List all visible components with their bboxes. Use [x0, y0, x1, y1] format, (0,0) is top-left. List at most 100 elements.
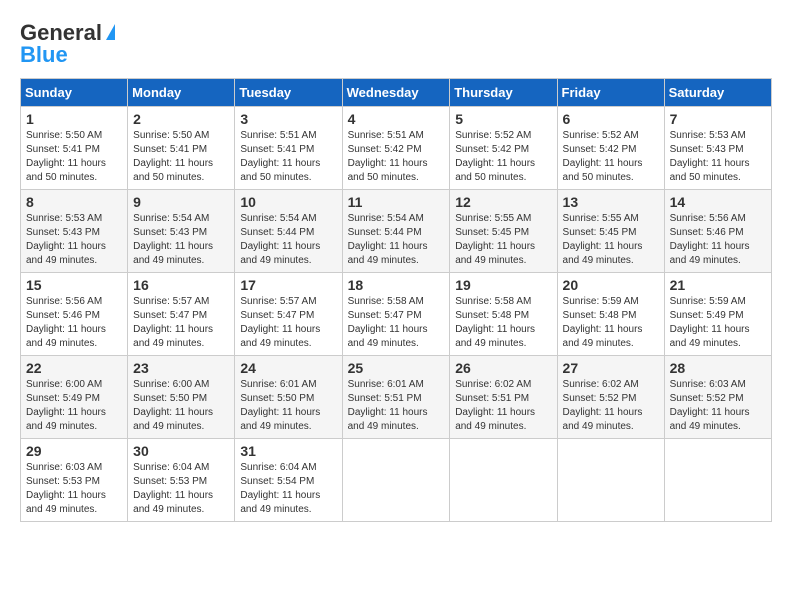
day-info: Sunrise: 5:51 AM Sunset: 5:42 PM Dayligh… — [348, 129, 445, 185]
day-info: Sunrise: 5:57 AM Sunset: 5:47 PM Dayligh… — [240, 295, 336, 351]
day-info: Sunrise: 5:55 AM Sunset: 5:45 PM Dayligh… — [455, 212, 551, 268]
day-info: Sunrise: 5:51 AM Sunset: 5:41 PM Dayligh… — [240, 129, 336, 185]
calendar-cell: 16 Sunrise: 5:57 AM Sunset: 5:47 PM Dayl… — [128, 273, 235, 356]
day-number: 26 — [455, 360, 551, 376]
calendar-cell: 27 Sunrise: 6:02 AM Sunset: 5:52 PM Dayl… — [557, 356, 664, 439]
day-number: 7 — [670, 111, 766, 127]
calendar-cell: 20 Sunrise: 5:59 AM Sunset: 5:48 PM Dayl… — [557, 273, 664, 356]
day-number: 1 — [26, 111, 122, 127]
day-info: Sunrise: 5:53 AM Sunset: 5:43 PM Dayligh… — [670, 129, 766, 185]
calendar-week-2: 8 Sunrise: 5:53 AM Sunset: 5:43 PM Dayli… — [21, 190, 772, 273]
day-info: Sunrise: 6:04 AM Sunset: 5:53 PM Dayligh… — [133, 461, 229, 517]
day-info: Sunrise: 5:50 AM Sunset: 5:41 PM Dayligh… — [26, 129, 122, 185]
day-info: Sunrise: 5:50 AM Sunset: 5:41 PM Dayligh… — [133, 129, 229, 185]
calendar-table: SundayMondayTuesdayWednesdayThursdayFrid… — [20, 78, 772, 522]
calendar-cell — [557, 439, 664, 522]
day-number: 27 — [563, 360, 659, 376]
day-info: Sunrise: 5:53 AM Sunset: 5:43 PM Dayligh… — [26, 212, 122, 268]
day-info: Sunrise: 6:00 AM Sunset: 5:49 PM Dayligh… — [26, 378, 122, 434]
calendar-cell: 24 Sunrise: 6:01 AM Sunset: 5:50 PM Dayl… — [235, 356, 342, 439]
day-number: 2 — [133, 111, 229, 127]
calendar-cell: 22 Sunrise: 6:00 AM Sunset: 5:49 PM Dayl… — [21, 356, 128, 439]
day-number: 16 — [133, 277, 229, 293]
calendar-week-4: 22 Sunrise: 6:00 AM Sunset: 5:49 PM Dayl… — [21, 356, 772, 439]
calendar-cell: 9 Sunrise: 5:54 AM Sunset: 5:43 PM Dayli… — [128, 190, 235, 273]
day-number: 3 — [240, 111, 336, 127]
day-info: Sunrise: 5:56 AM Sunset: 5:46 PM Dayligh… — [26, 295, 122, 351]
day-info: Sunrise: 5:58 AM Sunset: 5:47 PM Dayligh… — [348, 295, 445, 351]
calendar-cell: 25 Sunrise: 6:01 AM Sunset: 5:51 PM Dayl… — [342, 356, 450, 439]
day-number: 11 — [348, 194, 445, 210]
day-info: Sunrise: 6:03 AM Sunset: 5:52 PM Dayligh… — [670, 378, 766, 434]
day-info: Sunrise: 5:58 AM Sunset: 5:48 PM Dayligh… — [455, 295, 551, 351]
day-number: 14 — [670, 194, 766, 210]
weekday-header-sunday: Sunday — [21, 79, 128, 107]
logo: General Blue — [20, 20, 115, 68]
weekday-header-saturday: Saturday — [664, 79, 771, 107]
day-number: 5 — [455, 111, 551, 127]
calendar-cell — [664, 439, 771, 522]
calendar-week-3: 15 Sunrise: 5:56 AM Sunset: 5:46 PM Dayl… — [21, 273, 772, 356]
calendar-cell: 21 Sunrise: 5:59 AM Sunset: 5:49 PM Dayl… — [664, 273, 771, 356]
calendar-cell: 18 Sunrise: 5:58 AM Sunset: 5:47 PM Dayl… — [342, 273, 450, 356]
day-info: Sunrise: 5:59 AM Sunset: 5:49 PM Dayligh… — [670, 295, 766, 351]
day-number: 4 — [348, 111, 445, 127]
calendar-week-1: 1 Sunrise: 5:50 AM Sunset: 5:41 PM Dayli… — [21, 107, 772, 190]
logo-blue-text: Blue — [20, 42, 68, 68]
day-number: 24 — [240, 360, 336, 376]
day-number: 17 — [240, 277, 336, 293]
calendar-cell: 14 Sunrise: 5:56 AM Sunset: 5:46 PM Dayl… — [664, 190, 771, 273]
logo-triangle-icon — [106, 24, 115, 40]
day-info: Sunrise: 5:55 AM Sunset: 5:45 PM Dayligh… — [563, 212, 659, 268]
calendar-cell: 23 Sunrise: 6:00 AM Sunset: 5:50 PM Dayl… — [128, 356, 235, 439]
day-number: 31 — [240, 443, 336, 459]
day-number: 13 — [563, 194, 659, 210]
day-info: Sunrise: 6:00 AM Sunset: 5:50 PM Dayligh… — [133, 378, 229, 434]
day-number: 22 — [26, 360, 122, 376]
calendar-cell: 7 Sunrise: 5:53 AM Sunset: 5:43 PM Dayli… — [664, 107, 771, 190]
weekday-header-wednesday: Wednesday — [342, 79, 450, 107]
day-number: 30 — [133, 443, 229, 459]
calendar-cell: 30 Sunrise: 6:04 AM Sunset: 5:53 PM Dayl… — [128, 439, 235, 522]
day-info: Sunrise: 5:54 AM Sunset: 5:44 PM Dayligh… — [240, 212, 336, 268]
day-info: Sunrise: 6:01 AM Sunset: 5:50 PM Dayligh… — [240, 378, 336, 434]
weekday-header-thursday: Thursday — [450, 79, 557, 107]
calendar-cell: 12 Sunrise: 5:55 AM Sunset: 5:45 PM Dayl… — [450, 190, 557, 273]
calendar-cell: 17 Sunrise: 5:57 AM Sunset: 5:47 PM Dayl… — [235, 273, 342, 356]
calendar-cell: 29 Sunrise: 6:03 AM Sunset: 5:53 PM Dayl… — [21, 439, 128, 522]
day-info: Sunrise: 5:54 AM Sunset: 5:43 PM Dayligh… — [133, 212, 229, 268]
calendar-cell: 15 Sunrise: 5:56 AM Sunset: 5:46 PM Dayl… — [21, 273, 128, 356]
day-number: 18 — [348, 277, 445, 293]
day-info: Sunrise: 6:03 AM Sunset: 5:53 PM Dayligh… — [26, 461, 122, 517]
calendar-header-row: SundayMondayTuesdayWednesdayThursdayFrid… — [21, 79, 772, 107]
day-number: 12 — [455, 194, 551, 210]
calendar-cell: 28 Sunrise: 6:03 AM Sunset: 5:52 PM Dayl… — [664, 356, 771, 439]
day-number: 25 — [348, 360, 445, 376]
day-number: 6 — [563, 111, 659, 127]
day-info: Sunrise: 5:52 AM Sunset: 5:42 PM Dayligh… — [455, 129, 551, 185]
day-info: Sunrise: 5:59 AM Sunset: 5:48 PM Dayligh… — [563, 295, 659, 351]
day-info: Sunrise: 5:56 AM Sunset: 5:46 PM Dayligh… — [670, 212, 766, 268]
calendar-week-5: 29 Sunrise: 6:03 AM Sunset: 5:53 PM Dayl… — [21, 439, 772, 522]
calendar-cell: 2 Sunrise: 5:50 AM Sunset: 5:41 PM Dayli… — [128, 107, 235, 190]
day-number: 28 — [670, 360, 766, 376]
day-info: Sunrise: 6:02 AM Sunset: 5:52 PM Dayligh… — [563, 378, 659, 434]
page-header: General Blue — [20, 20, 772, 68]
weekday-header-monday: Monday — [128, 79, 235, 107]
day-info: Sunrise: 6:02 AM Sunset: 5:51 PM Dayligh… — [455, 378, 551, 434]
weekday-header-tuesday: Tuesday — [235, 79, 342, 107]
day-number: 19 — [455, 277, 551, 293]
day-info: Sunrise: 5:54 AM Sunset: 5:44 PM Dayligh… — [348, 212, 445, 268]
day-number: 8 — [26, 194, 122, 210]
calendar-cell — [450, 439, 557, 522]
day-number: 20 — [563, 277, 659, 293]
calendar-cell — [342, 439, 450, 522]
day-info: Sunrise: 6:04 AM Sunset: 5:54 PM Dayligh… — [240, 461, 336, 517]
calendar-cell: 26 Sunrise: 6:02 AM Sunset: 5:51 PM Dayl… — [450, 356, 557, 439]
calendar-cell: 5 Sunrise: 5:52 AM Sunset: 5:42 PM Dayli… — [450, 107, 557, 190]
calendar-cell: 3 Sunrise: 5:51 AM Sunset: 5:41 PM Dayli… — [235, 107, 342, 190]
day-number: 15 — [26, 277, 122, 293]
calendar-cell: 4 Sunrise: 5:51 AM Sunset: 5:42 PM Dayli… — [342, 107, 450, 190]
day-info: Sunrise: 5:52 AM Sunset: 5:42 PM Dayligh… — [563, 129, 659, 185]
calendar-cell: 19 Sunrise: 5:58 AM Sunset: 5:48 PM Dayl… — [450, 273, 557, 356]
